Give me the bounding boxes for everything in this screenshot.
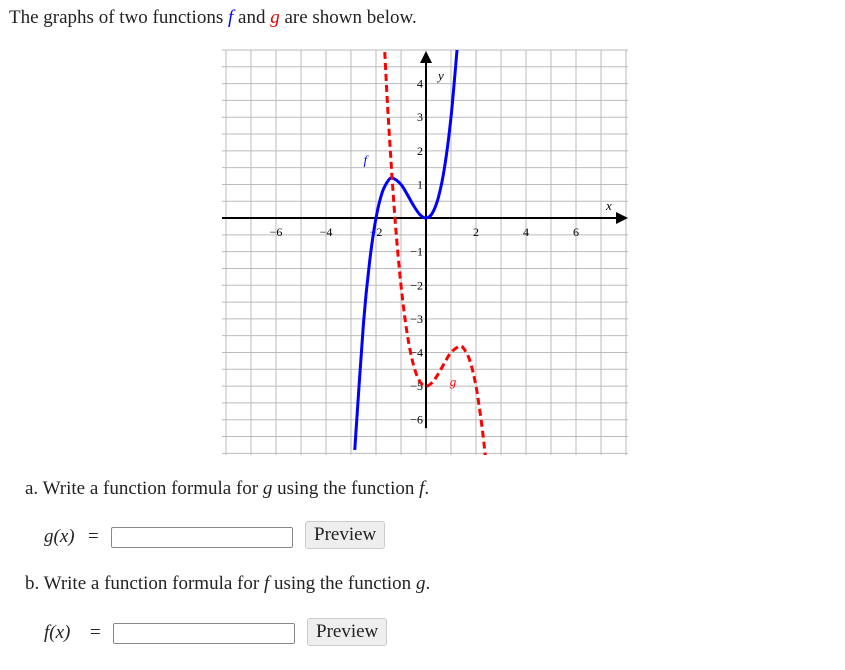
question-b: b. Write a function formula for f using …	[25, 573, 430, 595]
function-graph: −6 −4 −2 2 4 64321−1−2−3−4−5−6xyfg	[222, 49, 628, 455]
curve-label-f: f	[364, 152, 370, 167]
intro-post: are shown below.	[279, 7, 417, 28]
y-tick-label: 2	[417, 144, 423, 158]
g-lhs: g(x)	[44, 526, 75, 547]
y-tick-label: 1	[417, 177, 423, 191]
x-tick-label: 4	[523, 225, 529, 239]
qb-post: .	[425, 573, 431, 594]
qb-pre: b. Write a function formula for	[25, 573, 264, 594]
preview-button-b[interactable]: Preview	[307, 618, 388, 646]
y-tick-label: −3	[410, 312, 423, 326]
g-name: g	[270, 7, 280, 28]
x-axis-label: x	[605, 198, 612, 213]
qa-pre: a. Write a function formula for	[25, 478, 263, 499]
y-tick-label: 4	[417, 77, 423, 91]
x-tick-label: 6	[573, 225, 579, 239]
f-lhs: f(x)	[44, 622, 71, 643]
qb-mid: using the function	[269, 573, 416, 594]
x-tick-label: −6	[270, 225, 283, 239]
y-tick-label: −4	[410, 345, 423, 359]
intro-pre: The graphs of two functions	[9, 7, 228, 28]
y-tick-label: 3	[417, 110, 423, 124]
g-equals: =	[88, 526, 99, 547]
x-tick-label: 2	[473, 225, 479, 239]
intro-text: The graphs of two functions f and g are …	[9, 7, 417, 29]
curve-f	[353, 50, 459, 451]
y-tick-label: −6	[410, 413, 423, 427]
y-tick-label: −2	[410, 278, 423, 292]
preview-button-a[interactable]: Preview	[305, 521, 386, 549]
y-tick-label: −1	[410, 245, 423, 259]
qa-var1: g	[262, 478, 273, 499]
qa-mid: using the function	[272, 478, 420, 499]
f-formula-input[interactable]	[113, 623, 295, 644]
intro-mid: and	[233, 7, 271, 28]
qb-var2: g	[415, 573, 426, 594]
curve-label-g: g	[450, 374, 457, 389]
qa-post: .	[424, 478, 430, 499]
y-axis-arrow	[420, 51, 432, 63]
x-tick-label: −4	[320, 225, 333, 239]
y-axis-label: y	[436, 68, 444, 83]
question-a: a. Write a function formula for g using …	[25, 478, 429, 500]
g-formula-input[interactable]	[111, 527, 293, 548]
curve-g	[383, 51, 487, 455]
f-equals: =	[90, 622, 101, 643]
